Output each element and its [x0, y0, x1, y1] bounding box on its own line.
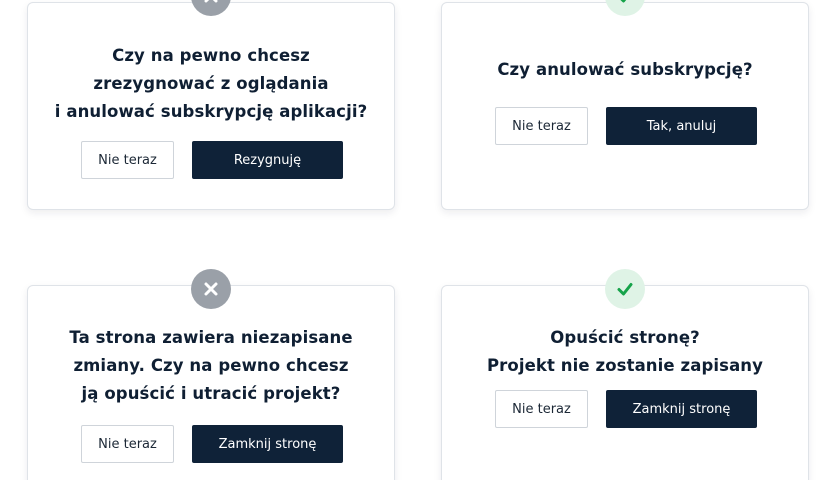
success-badge — [605, 269, 645, 309]
close-page-button[interactable]: Zamknij stronę — [192, 425, 343, 463]
close-icon — [204, 282, 218, 296]
check-icon — [617, 283, 633, 296]
not-now-button[interactable]: Nie teraz — [495, 107, 588, 145]
close-badge — [191, 269, 231, 309]
close-icon — [204, 0, 218, 3]
not-now-button[interactable]: Nie teraz — [81, 425, 174, 463]
cancel-subscription-confirm-dialog: Czy anulować subskrypcję? Nie teraz Tak,… — [441, 0, 809, 210]
dialog-message: Czy na pewno chcesz zrezygnować z ogląda… — [54, 46, 368, 121]
cancel-subscription-dialog: Czy na pewno chcesz zrezygnować z ogląda… — [27, 0, 395, 210]
check-icon — [620, 0, 627, 3]
resign-button[interactable]: Rezygnuję — [192, 141, 343, 179]
confirm-cancel-button[interactable]: Tak, anuluj — [606, 107, 757, 145]
dialog-message: Ta strona zawiera niezapisane zmiany. Cz… — [69, 328, 353, 403]
dialog-message: Czy anulować subskrypcję? — [497, 60, 753, 79]
dialog-message: Opuścić stronę? Projekt nie zostanie zap… — [486, 328, 764, 375]
close-badge — [191, 0, 231, 16]
dialog-gallery: Czy na pewno chcesz zrezygnować z ogląda… — [0, 0, 840, 480]
leave-page-dialog: Opuścić stronę? Projekt nie zostanie zap… — [441, 269, 809, 480]
not-now-button[interactable]: Nie teraz — [495, 390, 588, 428]
unsaved-changes-dialog: Ta strona zawiera niezapisane zmiany. Cz… — [27, 269, 395, 480]
not-now-button[interactable]: Nie teraz — [81, 141, 174, 179]
success-badge — [605, 0, 645, 16]
close-page-button[interactable]: Zamknij stronę — [606, 390, 757, 428]
